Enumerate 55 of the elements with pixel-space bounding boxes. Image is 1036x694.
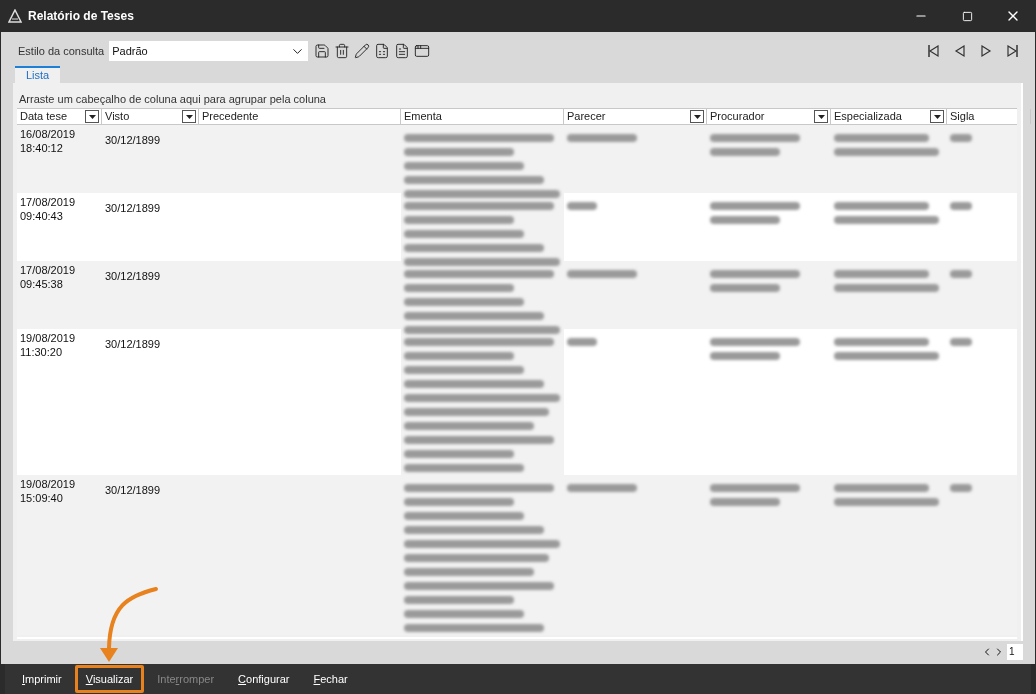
visto-cell: 30/12/1899 [105, 484, 161, 496]
maximize-icon[interactable] [961, 10, 973, 22]
column-header[interactable]: Parecer [564, 109, 707, 124]
filter-dropdown-icon[interactable] [930, 110, 944, 123]
column-header[interactable]: Visto [102, 109, 199, 124]
tab[interactable]: Lista [15, 66, 61, 83]
pencil-icon[interactable] [354, 43, 371, 59]
first-page-icon[interactable] [927, 44, 941, 58]
trash-icon[interactable] [334, 43, 351, 59]
group-hint: Arraste um cabeçalho de coluna aqui para agrupar pela coluna [19, 92, 327, 107]
save-icon[interactable] [314, 43, 331, 59]
blurred-text [567, 134, 637, 142]
date-cell-text: 16/08/2019 18:40:12 [20, 127, 77, 155]
footer-button[interactable]: Fechar [302, 665, 359, 693]
window-title: Relatório de Teses [28, 8, 134, 25]
blurred-text [567, 484, 637, 492]
column-header[interactable]: Data tese [17, 109, 102, 124]
filter-dropdown-icon[interactable] [85, 110, 99, 123]
previous-page-icon[interactable] [953, 44, 967, 58]
blurred-text [950, 270, 972, 278]
style-label: Estilo da consulta [18, 43, 105, 59]
blurred-text [950, 134, 972, 142]
column-header[interactable]: Sigla [947, 109, 1031, 124]
blurred-text [567, 270, 637, 278]
style-dropdown[interactable]: Padrão [109, 41, 309, 61]
blurred-text [567, 338, 597, 346]
date-cell-text: 17/08/2019 09:40:43 [20, 195, 77, 223]
footer-button[interactable]: Imprimir [11, 665, 73, 693]
next-page-icon[interactable] [979, 44, 993, 58]
visto-cell: 30/12/1899 [105, 202, 161, 214]
column-header[interactable]: Especializada [831, 109, 947, 124]
window-icon[interactable] [414, 43, 431, 59]
column-header[interactable]: Procurador [707, 109, 831, 124]
visto-cell: 30/12/1899 [105, 270, 161, 282]
date-cell-text: 19/08/2019 15:09:40 [20, 477, 77, 505]
filter-dropdown-icon[interactable] [690, 110, 704, 123]
blurred-text [950, 484, 972, 492]
column-header[interactable]: Precedente [199, 109, 401, 124]
page-field[interactable]: 1 [1007, 644, 1023, 660]
visto-cell: 30/12/1899 [105, 134, 161, 146]
blurred-text [950, 338, 972, 346]
visto-cell: 30/12/1899 [105, 338, 161, 350]
filter-dropdown-icon[interactable] [814, 110, 828, 123]
document-icon[interactable] [394, 43, 411, 59]
footer-button[interactable]: Configurar [227, 665, 301, 693]
spreadsheet-icon[interactable] [374, 43, 391, 59]
app-logo-icon [8, 9, 22, 23]
footer-button[interactable]: Visualizar [74, 665, 145, 693]
date-cell-text: 17/08/2019 09:45:38 [20, 263, 77, 291]
date-cell-text: 19/08/2019 11:30:20 [20, 331, 77, 359]
blurred-text [567, 202, 597, 210]
column-header[interactable]: Ementa [401, 109, 564, 124]
last-page-icon[interactable] [1005, 44, 1019, 58]
blurred-text [950, 202, 972, 210]
filter-dropdown-icon[interactable] [182, 110, 196, 123]
